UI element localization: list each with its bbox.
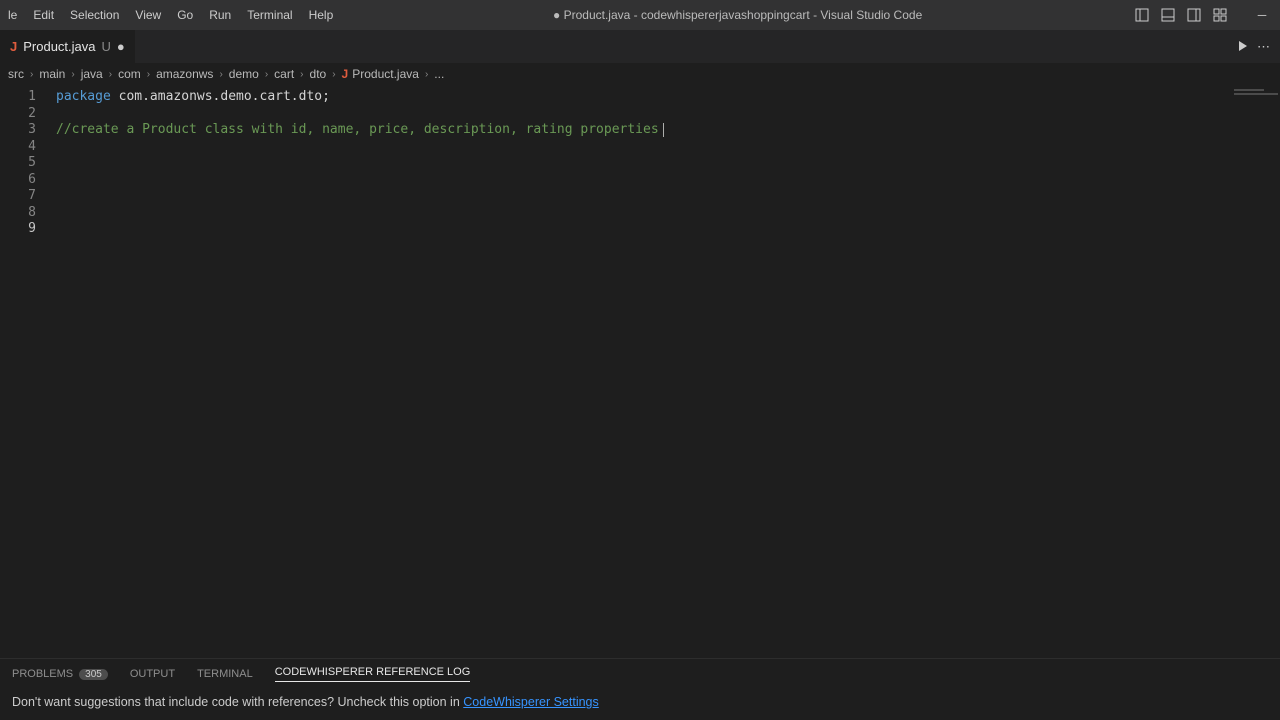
line-number: 3 [0,122,44,139]
code-line-9[interactable] [56,221,1230,238]
line-number: 9 [0,221,44,238]
crumb-cart[interactable]: cart [274,67,294,81]
crumb-main[interactable]: main [39,67,65,81]
code-line-2[interactable] [56,106,1230,123]
code-line-4[interactable] [56,139,1230,156]
chevron-right-icon: › [328,69,339,80]
menu-help[interactable]: Help [301,8,342,22]
panel-message: Don't want suggestions that include code… [12,695,463,709]
crumb-symbol[interactable]: ... [434,67,444,81]
panel-tab-codewhisperer-log[interactable]: CODEWHISPERER REFERENCE LOG [275,666,471,682]
panel-tab-problems[interactable]: PROBLEMS305 [12,668,108,680]
crumb-com[interactable]: com [118,67,141,81]
more-actions-icon[interactable]: ⋯ [1257,39,1270,55]
tab-vcs-status: U [102,39,111,54]
panel-tab-terminal[interactable]: TERMINAL [197,668,253,680]
line-number: 4 [0,139,44,156]
code-line-5[interactable] [56,155,1230,172]
menu-go[interactable]: Go [169,8,201,22]
code-line-8[interactable] [56,205,1230,222]
crumb-file[interactable]: JProduct.java [342,67,419,81]
java-file-icon: J [10,39,17,54]
minimap[interactable] [1230,85,1280,658]
line-number: 1 [0,89,44,106]
titlebar-actions: ─ [1134,7,1280,23]
crumb-src[interactable]: src [8,67,24,81]
line-number: 5 [0,155,44,172]
code-line-6[interactable] [56,172,1230,189]
crumb-amazonws[interactable]: amazonws [156,67,213,81]
line-number-gutter: 123456789 [0,85,44,658]
problems-count-badge: 305 [79,669,108,680]
panel-body: Don't want suggestions that include code… [0,689,1280,715]
panel-tab-output[interactable]: OUTPUT [130,668,175,680]
menu-view[interactable]: View [127,8,169,22]
chevron-right-icon: › [261,69,272,80]
java-file-icon: J [342,67,349,81]
chevron-right-icon: › [105,69,116,80]
menu-edit[interactable]: Edit [25,8,62,22]
chevron-right-icon: › [421,69,432,80]
tab-filename: Product.java [23,39,95,54]
window-title: ● Product.java - codewhispererjavashoppi… [341,8,1134,22]
code-line-1[interactable]: package com.amazonws.demo.cart.dto; [56,89,1230,106]
editor-actions: ⋯ [1239,30,1280,63]
tab-product-java[interactable]: J Product.java U ● [0,30,136,63]
breadcrumb: src› main› java› com› amazonws› demo› ca… [0,63,1280,85]
chevron-right-icon: › [26,69,37,80]
minimize-icon[interactable]: ─ [1254,7,1270,23]
chevron-right-icon: › [143,69,154,80]
crumb-java[interactable]: java [81,67,103,81]
layout-toggle-left-icon[interactable] [1134,7,1150,23]
menu-selection[interactable]: Selection [62,8,127,22]
chevron-right-icon: › [296,69,307,80]
menu-file[interactable]: le [0,8,25,22]
line-number: 6 [0,172,44,189]
text-cursor [663,123,664,137]
code-line-7[interactable] [56,188,1230,205]
line-number: 8 [0,205,44,222]
run-icon[interactable] [1239,39,1247,54]
menu-run[interactable]: Run [201,8,239,22]
line-number: 2 [0,106,44,123]
code-content[interactable]: package com.amazonws.demo.cart.dto; //cr… [44,85,1230,658]
menu-terminal[interactable]: Terminal [239,8,300,22]
layout-toggle-right-icon[interactable] [1186,7,1202,23]
tab-dirty-indicator: ● [117,39,125,54]
editor-tabs: J Product.java U ● ⋯ [0,30,1280,63]
layout-toggle-bottom-icon[interactable] [1160,7,1176,23]
codewhisperer-settings-link[interactable]: CodeWhisperer Settings [463,695,598,709]
code-line-3[interactable]: //create a Product class with id, name, … [56,122,1230,139]
menu-bar: le Edit Selection View Go Run Terminal H… [0,8,341,22]
title-bar: le Edit Selection View Go Run Terminal H… [0,0,1280,30]
crumb-dto[interactable]: dto [310,67,327,81]
panel-tabs: PROBLEMS305 OUTPUT TERMINAL CODEWHISPERE… [0,659,1280,689]
customize-layout-icon[interactable] [1212,7,1228,23]
crumb-demo[interactable]: demo [229,67,259,81]
chevron-right-icon: › [67,69,78,80]
chevron-right-icon: › [215,69,226,80]
bottom-panel: PROBLEMS305 OUTPUT TERMINAL CODEWHISPERE… [0,658,1280,720]
editor-area[interactable]: 123456789 package com.amazonws.demo.cart… [0,85,1280,658]
line-number: 7 [0,188,44,205]
